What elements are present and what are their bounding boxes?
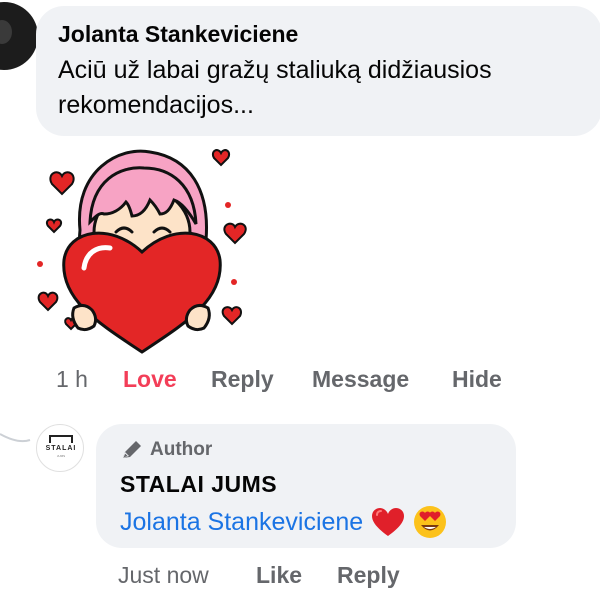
small-heart-icon — [223, 222, 247, 245]
small-heart-icon — [45, 218, 63, 234]
reply-actions: Just now Like Reply — [0, 562, 600, 590]
avatar-logo-text: STALAI — [45, 445, 77, 452]
comment-text: Aciū už labai gražų staliuką didžiausios… — [58, 56, 492, 119]
reply-reply-button[interactable]: Reply — [337, 562, 400, 589]
table-logo-icon — [49, 435, 73, 443]
reply-bubble: Author STALAI JUMS Jolanta Stankeviciene — [96, 424, 516, 548]
reply-button[interactable]: Reply — [211, 366, 274, 393]
message-button[interactable]: Message — [312, 366, 409, 393]
avatar-logo-subtext: JUMS — [56, 454, 66, 458]
reply-author-name[interactable]: STALAI JUMS — [120, 470, 516, 498]
small-heart-icon — [211, 149, 231, 167]
page-avatar[interactable]: STALAI JUMS — [36, 424, 84, 472]
pen-icon — [123, 441, 141, 458]
hide-button[interactable]: Hide — [452, 366, 502, 393]
love-reaction-button[interactable]: Love — [123, 366, 177, 393]
big-heart-icon — [62, 231, 222, 354]
mention-link[interactable]: Jolanta Stankeviciene — [120, 508, 363, 537]
small-heart-icon — [49, 171, 75, 196]
like-button[interactable]: Like — [256, 562, 302, 589]
comment-timestamp[interactable]: 1 h — [56, 366, 88, 393]
comment-actions: 1 h Love Reply Message Hide — [0, 366, 600, 394]
author-badge: Author — [120, 438, 516, 462]
heart-eyes-face-icon — [414, 506, 447, 538]
reply-text: Jolanta Stankeviciene — [120, 504, 516, 540]
small-heart-icon — [221, 306, 242, 326]
red-heart-icon — [372, 508, 405, 536]
thread-connector-line — [0, 433, 31, 443]
reply-timestamp[interactable]: Just now — [118, 562, 209, 589]
author-badge-label: Author — [150, 439, 213, 460]
comment-author-name[interactable]: Jolanta Stankeviciene — [58, 20, 582, 48]
small-heart-icon — [37, 291, 59, 312]
girl-holding-heart-sticker — [37, 149, 247, 354]
comment-bubble: Jolanta Stankeviciene Aciū už labai graž… — [36, 6, 600, 136]
commenter-avatar[interactable] — [0, 2, 38, 70]
